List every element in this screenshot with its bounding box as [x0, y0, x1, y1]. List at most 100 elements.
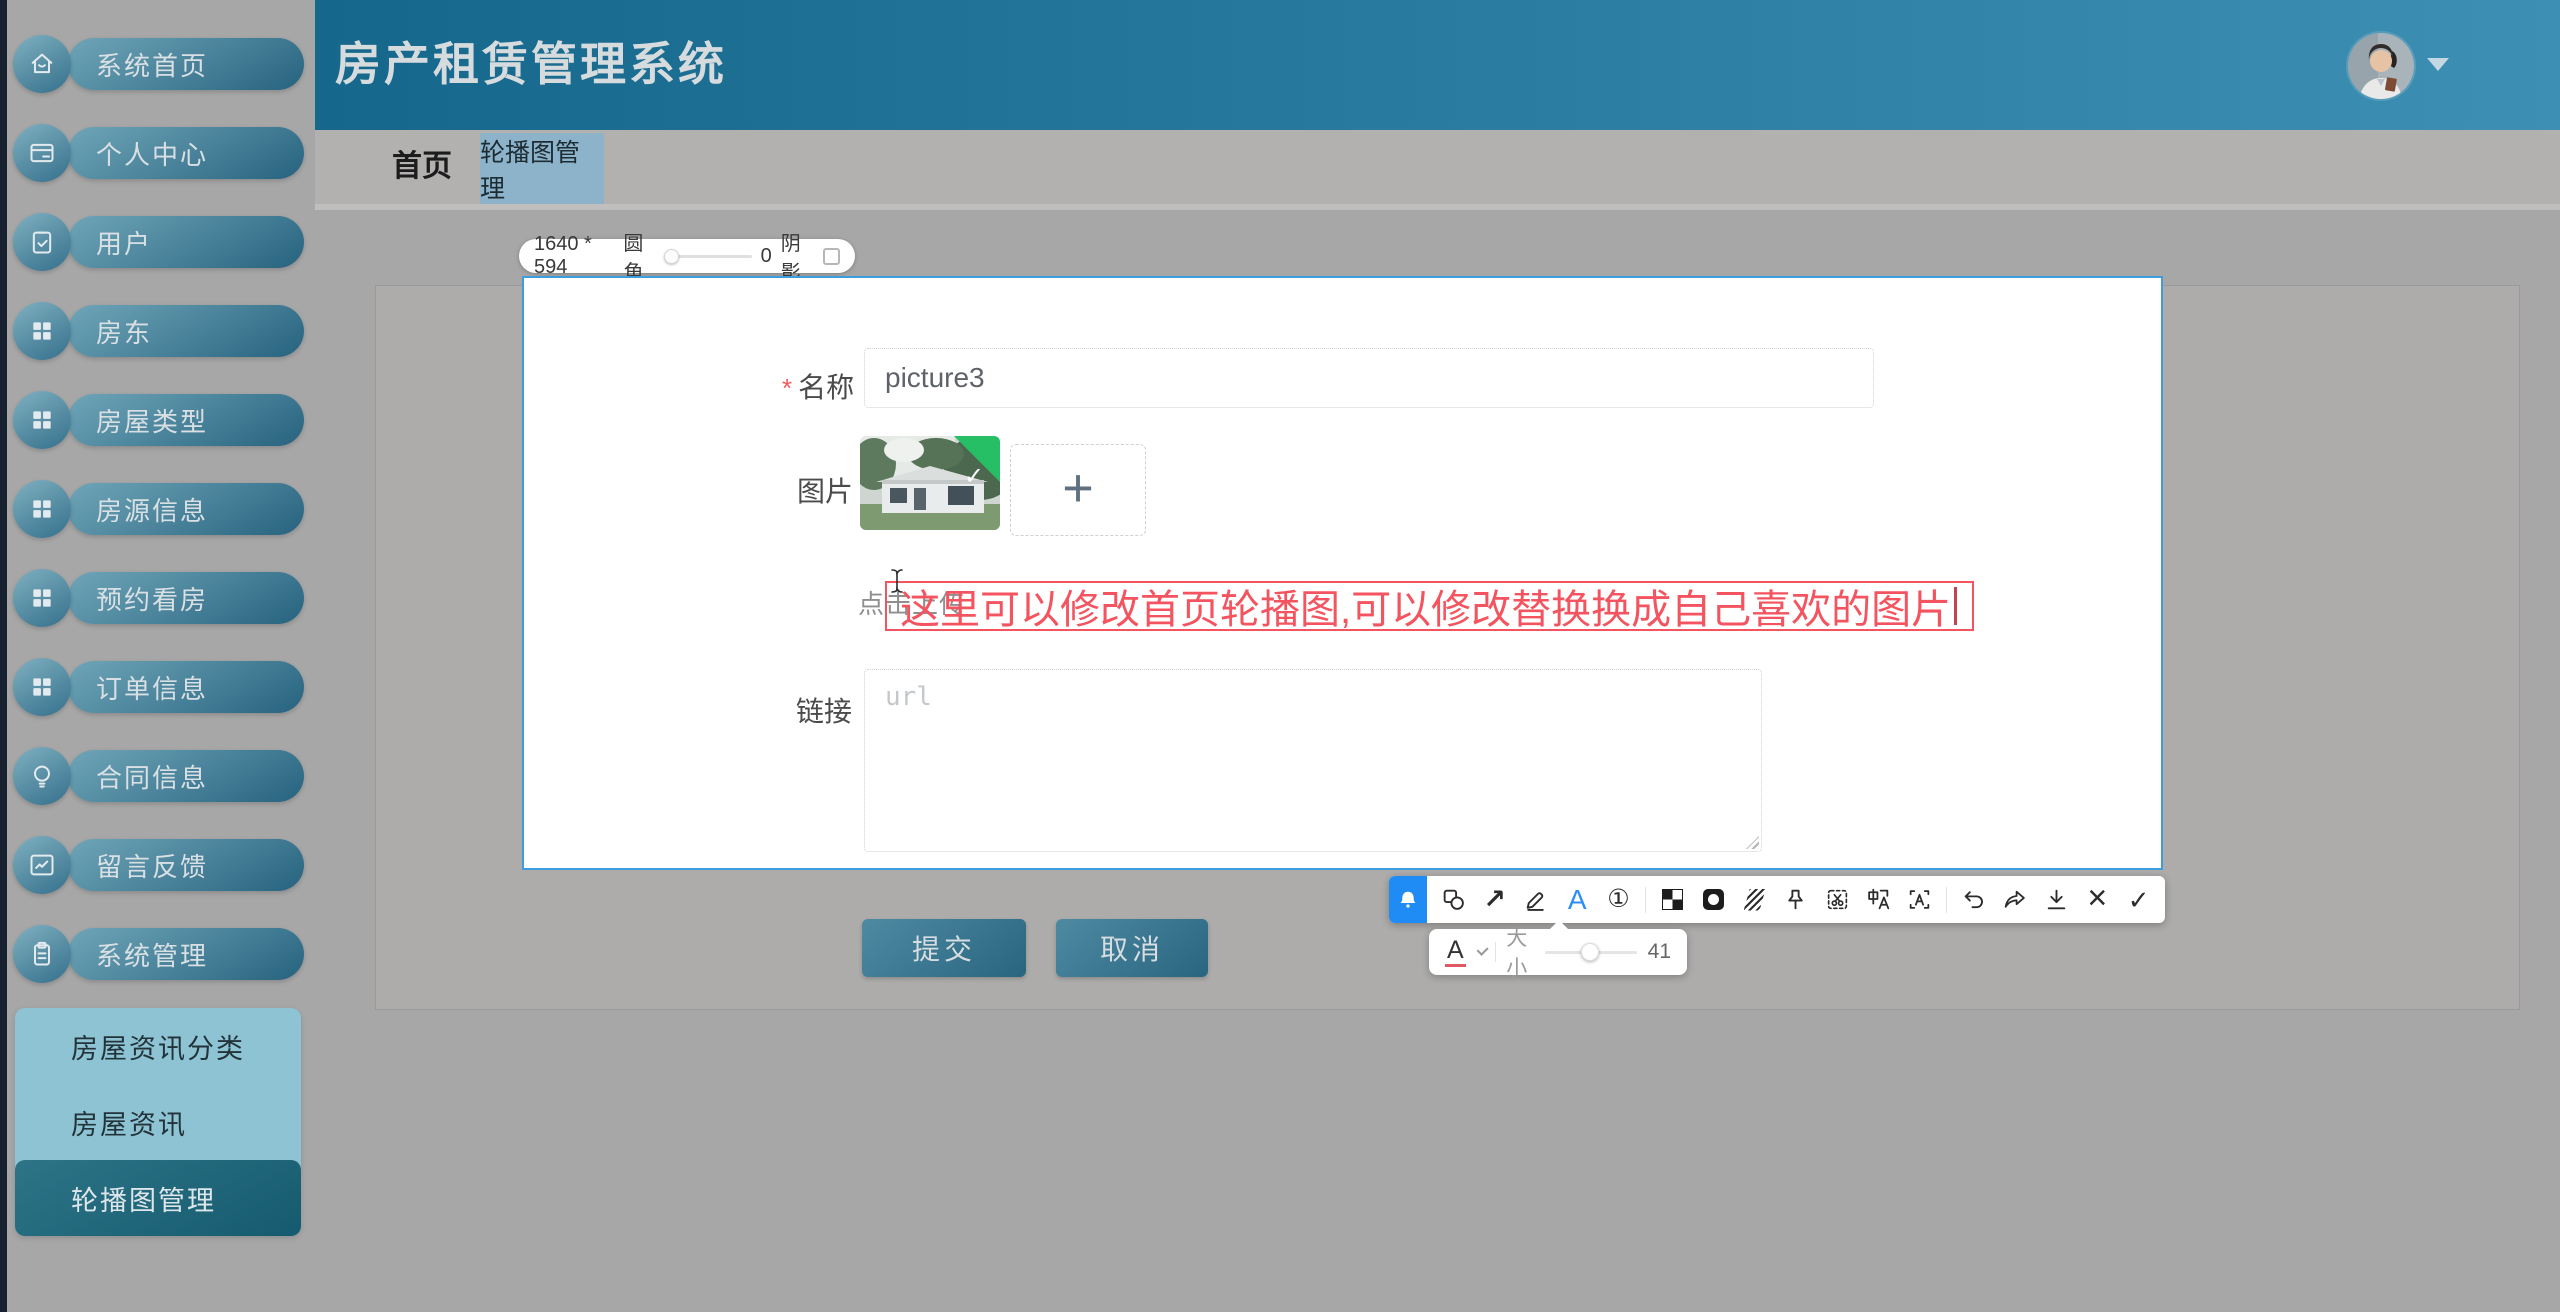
corner-radius-value: 0: [761, 245, 772, 268]
font-size-label: 大小: [1506, 922, 1533, 982]
popup-caret: [1549, 920, 1569, 930]
sidebar-menu: 系统首页 个人中心 用户 房东 房屋类型 房源信息: [7, 0, 315, 980]
link-textarea[interactable]: url: [864, 669, 1762, 852]
chevron-down-icon[interactable]: [1476, 944, 1488, 956]
sidebar-item-feedback[interactable]: 留言反馈: [7, 839, 315, 891]
sidebar-item-label[interactable]: 订单信息: [68, 661, 304, 713]
cancel-button[interactable]: 取消: [1056, 919, 1208, 977]
id-card-icon: [13, 124, 71, 182]
sidebar: 系统首页 个人中心 用户 房东 房屋类型 房源信息: [7, 0, 315, 1312]
sidebar-item-users[interactable]: 用户: [7, 216, 315, 268]
grid-icon: [13, 391, 71, 449]
sidebar-item-label[interactable]: 用户: [68, 216, 304, 268]
corner-radius-slider[interactable]: [666, 255, 752, 258]
shape-tool-icon[interactable]: [1438, 885, 1468, 915]
ocr-tool-icon[interactable]: [1905, 885, 1935, 915]
grid-icon: [13, 569, 71, 627]
font-size-value: 41: [1648, 940, 1671, 964]
redo-icon[interactable]: [2000, 885, 2030, 915]
download-icon[interactable]: [2041, 885, 2071, 915]
home-icon: [13, 35, 71, 93]
arrow-tool-icon[interactable]: ↗: [1480, 885, 1510, 915]
resize-handle[interactable]: [1746, 836, 1759, 849]
page-title: 房产租赁管理系统: [335, 0, 727, 128]
submit-button[interactable]: 提交: [862, 919, 1026, 977]
avatar[interactable]: [2348, 33, 2414, 99]
chevron-down-icon[interactable]: [2427, 58, 2449, 71]
grid-icon: [13, 480, 71, 538]
sidebar-item-house-info[interactable]: 房源信息: [7, 483, 315, 535]
clipboard-check-icon: [13, 213, 71, 271]
link-field-label: 链接: [796, 690, 852, 730]
image-field-label: 图片: [797, 470, 853, 510]
mosaic-tool-icon[interactable]: [1657, 885, 1687, 915]
snip-size-bar: 1640 * 594 圆角 0 阴影: [519, 239, 855, 273]
tab-home[interactable]: 首页: [392, 130, 452, 204]
submenu-item-carousel[interactable]: 轮播图管理: [15, 1160, 301, 1236]
annotation-text-box[interactable]: 这里可以修改首页轮播图,可以修改替换换成自己喜欢的图片: [885, 581, 1974, 631]
sidebar-item-house-type[interactable]: 房屋类型: [7, 394, 315, 446]
crop-tool-icon[interactable]: [1822, 885, 1852, 915]
popup-separator: [1495, 942, 1496, 962]
plus-icon: +: [1062, 461, 1094, 515]
sidebar-item-contracts[interactable]: 合同信息: [7, 750, 315, 802]
highlight-tool-icon[interactable]: [1698, 885, 1728, 915]
sidebar-item-label[interactable]: 系统首页: [68, 38, 304, 90]
bulb-icon: [13, 747, 71, 805]
grid-icon: [13, 302, 71, 360]
snip-toolbar: ↗ A ① × ✓: [1389, 876, 2165, 923]
sidebar-item-viewing[interactable]: 预约看房: [7, 572, 315, 624]
slider-handle[interactable]: [1581, 943, 1599, 961]
sidebar-item-orders[interactable]: 订单信息: [7, 661, 315, 713]
sidebar-item-label[interactable]: 合同信息: [68, 750, 304, 802]
pin-tool-icon[interactable]: [1781, 885, 1811, 915]
sidebar-item-home[interactable]: 系统首页: [7, 38, 315, 90]
sidebar-item-label[interactable]: 预约看房: [68, 572, 304, 624]
sidebar-item-landlord[interactable]: 房东: [7, 305, 315, 357]
submenu-item-news-category[interactable]: 房屋资讯分类: [15, 1008, 301, 1084]
annotation-text: 这里可以修改首页轮播图,可以修改替换换成自己喜欢的图片: [900, 577, 1951, 635]
chart-icon: [13, 836, 71, 894]
tab-carousel-management[interactable]: 轮播图管理: [480, 133, 604, 204]
blur-tool-icon[interactable]: [1740, 885, 1770, 915]
sidebar-item-label[interactable]: 系统管理: [68, 928, 304, 980]
check-icon: ✓: [964, 462, 984, 491]
sidebar-submenu: 房屋资讯分类 房屋资讯 轮播图管理: [15, 1008, 301, 1236]
sidebar-item-label[interactable]: 个人中心: [68, 127, 304, 179]
upload-image-button[interactable]: +: [1010, 444, 1146, 536]
toolbar-separator: [1645, 887, 1646, 913]
font-size-slider[interactable]: [1545, 951, 1637, 954]
sidebar-item-label[interactable]: 房东: [68, 305, 304, 357]
sidebar-item-label[interactable]: 留言反馈: [68, 839, 304, 891]
text-tool-icon[interactable]: A: [1562, 885, 1592, 915]
name-input[interactable]: picture3: [864, 348, 1874, 408]
sidebar-item-label[interactable]: 房屋类型: [68, 394, 304, 446]
shadow-checkbox[interactable]: [823, 248, 840, 265]
sidebar-item-label[interactable]: 房源信息: [68, 483, 304, 535]
snip-selection[interactable]: *名称 picture3 图片 ✓ +: [522, 276, 2163, 870]
font-color-button[interactable]: A: [1445, 937, 1466, 966]
sidebar-item-system[interactable]: 系统管理: [7, 928, 315, 980]
brush-indicator[interactable]: [1389, 876, 1427, 923]
uploaded-image-thumbnail[interactable]: ✓: [860, 436, 1000, 530]
clipboard-icon: [13, 925, 71, 983]
sidebar-item-profile[interactable]: 个人中心: [7, 127, 315, 179]
close-icon[interactable]: ×: [2082, 883, 2112, 913]
sidebar-edge-strip: [0, 0, 7, 1312]
pencil-tool-icon[interactable]: [1521, 885, 1551, 915]
link-placeholder: url: [885, 682, 932, 712]
tab-bar: 首页 轮播图管理: [315, 130, 2560, 210]
text-options-popup: A 大小 41: [1429, 929, 1687, 975]
slider-handle[interactable]: [664, 249, 679, 264]
selection-dimensions: 1640 * 594: [534, 233, 614, 279]
toolbar-separator: [1946, 887, 1947, 913]
app-root: 系统首页 个人中心 用户 房东 房屋类型 房源信息: [0, 0, 2560, 1312]
confirm-icon[interactable]: ✓: [2124, 885, 2154, 915]
number-tool-icon[interactable]: ①: [1603, 885, 1633, 915]
text-cursor-icon: [890, 568, 904, 594]
header: 房产租赁管理系统: [315, 0, 2560, 130]
submenu-item-news[interactable]: 房屋资讯: [15, 1084, 301, 1160]
undo-icon[interactable]: [1958, 885, 1988, 915]
translate-tool-icon[interactable]: [1864, 885, 1894, 915]
required-asterisk: *: [782, 373, 792, 403]
